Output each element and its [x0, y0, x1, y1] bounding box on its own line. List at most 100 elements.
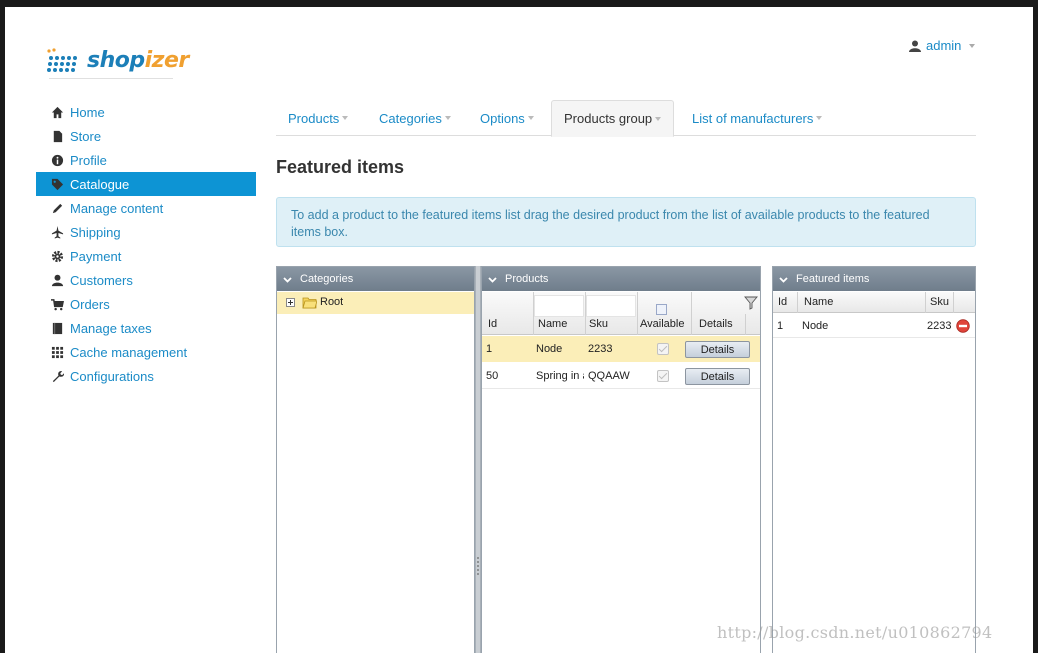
select-all-checkbox[interactable]: [656, 304, 667, 315]
book-icon: [50, 321, 64, 335]
tree-node-label: Root: [320, 296, 344, 308]
sidebar-item-customers[interactable]: Customers: [36, 268, 256, 292]
tab-categories[interactable]: Categories: [367, 100, 463, 136]
featured-items-panel: Featured items Id Name Sku 1 Node 2233: [772, 266, 976, 653]
details-button[interactable]: Details: [685, 368, 750, 385]
table-row[interactable]: 1 Node 2233 Details: [482, 336, 760, 362]
categories-panel-header[interactable]: Categories: [277, 267, 474, 291]
products-panel-header[interactable]: Products: [482, 267, 760, 291]
user-name: admin: [926, 38, 962, 53]
page: shopizer admin Home Store Profile Catalo…: [5, 7, 1033, 653]
expand-plus-icon[interactable]: [286, 298, 295, 307]
user-icon: [50, 273, 64, 287]
info-icon: [50, 153, 64, 167]
sidebar-item-label: Store: [70, 128, 102, 144]
user-icon: [909, 40, 921, 52]
sidebar-item-home[interactable]: Home: [36, 100, 256, 124]
info-alert: To add a product to the featured items l…: [276, 197, 976, 247]
home-icon: [50, 105, 64, 119]
logo-wordmark: shopizer: [87, 48, 189, 73]
gear-icon: [50, 249, 64, 263]
column-separator: [585, 292, 586, 335]
filter-funnel-icon[interactable]: [744, 296, 758, 310]
user-menu[interactable]: admin: [909, 38, 976, 53]
details-button[interactable]: Details: [685, 341, 750, 358]
chevron-down-icon: [969, 43, 976, 48]
chevron-down-icon: [342, 116, 349, 120]
sidebar-item-manage-taxes[interactable]: Manage taxes: [36, 316, 256, 340]
wrench-icon: [50, 369, 64, 383]
chevron-down-icon: [816, 116, 823, 120]
pencil-icon: [50, 201, 64, 215]
folder-icon: [302, 297, 317, 309]
tab-label: Categories: [379, 110, 442, 126]
column-header-sku[interactable]: Sku: [589, 318, 608, 330]
cell-name: Spring in action: [536, 370, 584, 382]
column-header-name[interactable]: Name: [538, 318, 567, 330]
cell-id: 50: [486, 370, 499, 382]
sidebar: Home Store Profile Catalogue Manage cont…: [36, 100, 256, 388]
sidebar-item-shipping[interactable]: Shipping: [36, 220, 256, 244]
cell-sku: 2233: [588, 343, 613, 355]
sidebar-item-label: Profile: [70, 152, 107, 168]
chevron-down-icon: [527, 116, 534, 120]
cell-sku: QQAAW: [588, 370, 630, 382]
tab-label: Products group: [564, 111, 653, 126]
sidebar-item-orders[interactable]: Orders: [36, 292, 256, 316]
column-header-id[interactable]: Id: [488, 318, 497, 330]
tree-node-root[interactable]: Root: [277, 292, 474, 314]
column-header-details[interactable]: Details: [699, 318, 733, 330]
name-filter-input[interactable]: [534, 295, 584, 317]
catalogue-tabs: Products Categories Options Products gro…: [276, 100, 976, 137]
tab-products-group[interactable]: Products group: [551, 100, 675, 137]
cell-name: Node: [536, 343, 563, 355]
column-header-name[interactable]: Name: [804, 296, 833, 308]
sidebar-item-store[interactable]: Store: [36, 124, 256, 148]
column-separator: [637, 292, 638, 335]
column-separator: [925, 292, 926, 313]
sidebar-item-profile[interactable]: Profile: [36, 148, 256, 172]
sidebar-item-catalogue[interactable]: Catalogue: [36, 172, 256, 196]
tab-label: List of manufacturers: [692, 110, 814, 126]
column-separator: [745, 314, 746, 335]
cell-id: 1: [486, 343, 493, 355]
sidebar-item-label: Payment: [70, 248, 122, 264]
featured-grid-header: Id Name Sku: [773, 292, 975, 313]
sidebar-item-label: Orders: [70, 296, 110, 312]
products-panel: Products Id Name Sku Available Details 1…: [481, 266, 761, 653]
cell-sku: 2233: [927, 320, 952, 332]
cart-icon: [50, 297, 64, 311]
column-header-id[interactable]: Id: [778, 296, 787, 308]
chevron-down-icon: [444, 116, 451, 120]
panel-title: Featured items: [796, 273, 870, 285]
panel-title: Products: [505, 273, 549, 285]
sidebar-item-label: Shipping: [70, 224, 121, 240]
panel-title: Categories: [300, 273, 354, 285]
table-row[interactable]: 1 Node 2233: [773, 314, 975, 338]
sidebar-item-configurations[interactable]: Configurations: [36, 364, 256, 388]
sidebar-item-manage-content[interactable]: Manage content: [36, 196, 256, 220]
featured-items-panel-header[interactable]: Featured items: [773, 267, 975, 291]
sidebar-item-payment[interactable]: Payment: [36, 244, 256, 268]
cell-id: 1: [777, 320, 784, 332]
sidebar-item-label: Manage taxes: [70, 320, 152, 336]
logo-text-shop: shop: [87, 48, 145, 73]
table-row[interactable]: 50 Spring in action QQAAW Details: [482, 363, 760, 389]
categories-panel: Categories Root: [276, 266, 475, 653]
tab-options[interactable]: Options: [468, 100, 546, 136]
available-checkbox: [657, 343, 669, 355]
page-title: Featured items: [276, 157, 405, 177]
sidebar-item-label: Customers: [70, 272, 133, 288]
sku-filter-input[interactable]: [586, 295, 636, 317]
shopizer-logo[interactable]: shopizer: [45, 44, 189, 84]
tab-list-of-manufacturers[interactable]: List of manufacturers: [680, 100, 834, 136]
column-header-available[interactable]: Available: [640, 318, 684, 330]
column-header-sku[interactable]: Sku: [930, 296, 949, 308]
tab-products[interactable]: Products: [276, 100, 360, 136]
remove-icon[interactable]: [956, 319, 970, 333]
sidebar-item-cache-management[interactable]: Cache management: [36, 340, 256, 364]
available-checkbox: [657, 370, 669, 382]
cell-name: Node: [802, 320, 829, 332]
column-separator: [797, 292, 798, 313]
products-grid-header: Id Name Sku Available Details: [482, 292, 760, 335]
